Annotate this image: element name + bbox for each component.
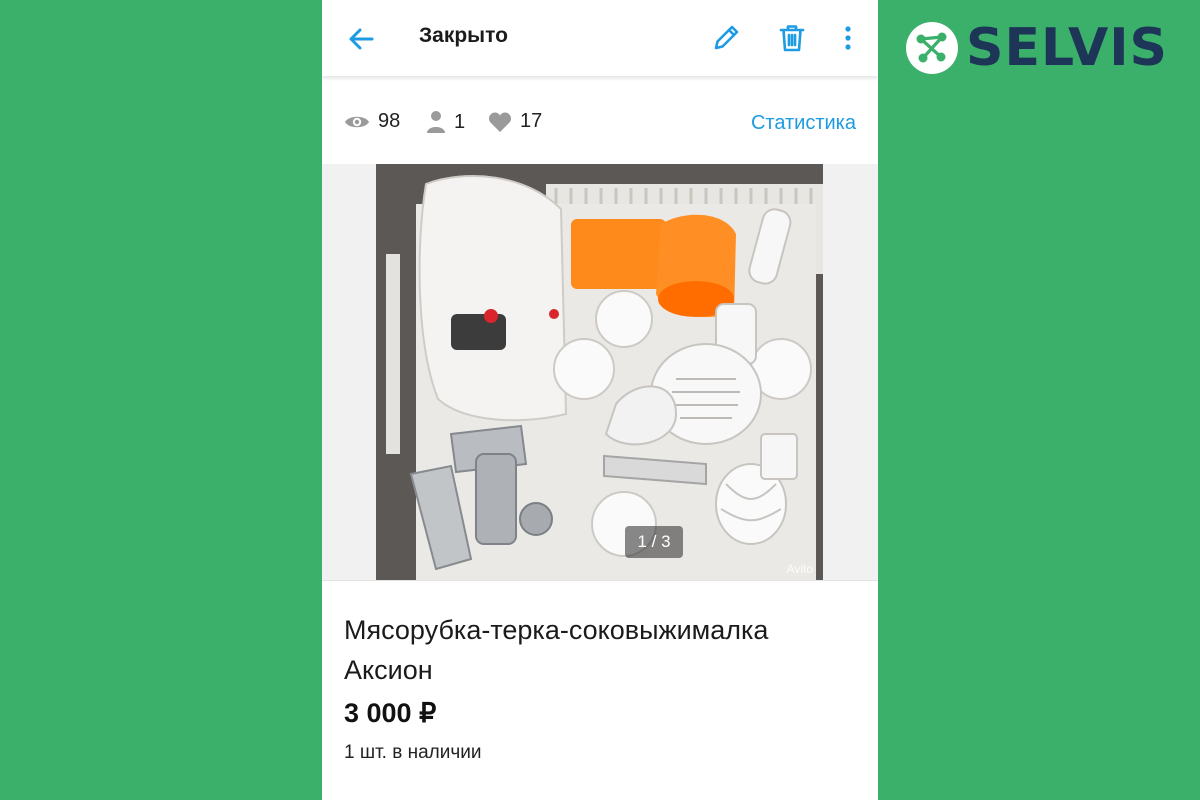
photo-counter: 1 / 3 bbox=[625, 526, 683, 558]
eye-icon bbox=[345, 116, 369, 127]
photo-gallery[interactable]: 1 / 3 Avito bbox=[322, 164, 878, 580]
divider bbox=[322, 580, 878, 581]
product-photo[interactable]: 1 / 3 Avito bbox=[376, 164, 823, 580]
phone-screen: Закрыто 98 1 17 Статистика 1 / 3 Avito М… bbox=[322, 0, 878, 800]
contacts-count: 1 bbox=[454, 110, 466, 133]
top-app-bar: Закрыто bbox=[322, 0, 878, 76]
trash-icon bbox=[779, 25, 805, 52]
page-title: Закрыто bbox=[419, 24, 508, 47]
edit-button[interactable] bbox=[708, 20, 744, 56]
back-arrow-icon bbox=[349, 28, 374, 50]
listing-title: Мясорубка-терка-соковыжималка Аксион bbox=[344, 615, 769, 685]
product-photo-illustration bbox=[376, 164, 823, 580]
person-icon bbox=[427, 111, 445, 133]
contacts-stat: 1 bbox=[426, 110, 465, 134]
views-stat: 98 bbox=[344, 110, 400, 133]
network-logo-icon bbox=[906, 22, 958, 74]
selvis-logo: SELVIS bbox=[904, 18, 1168, 78]
views-count: 98 bbox=[378, 110, 401, 132]
pencil-icon bbox=[714, 25, 739, 50]
listing-stats: 98 1 17 Статистика bbox=[322, 96, 878, 152]
favorites-count: 17 bbox=[520, 110, 543, 132]
stock-status: 1 шт. в наличии bbox=[344, 742, 482, 763]
more-options-button[interactable] bbox=[834, 20, 862, 56]
back-button[interactable] bbox=[344, 22, 378, 56]
statistics-link[interactable]: Статистика bbox=[751, 112, 856, 135]
favorites-stat: 17 bbox=[488, 110, 542, 133]
avito-watermark: Avito bbox=[786, 562, 813, 576]
listing-price: 3 000 ₽ bbox=[344, 698, 437, 728]
logo-text: SELVIS bbox=[966, 18, 1168, 78]
heart-icon bbox=[488, 112, 512, 132]
more-vertical-icon bbox=[845, 26, 851, 50]
delete-button[interactable] bbox=[774, 20, 810, 56]
